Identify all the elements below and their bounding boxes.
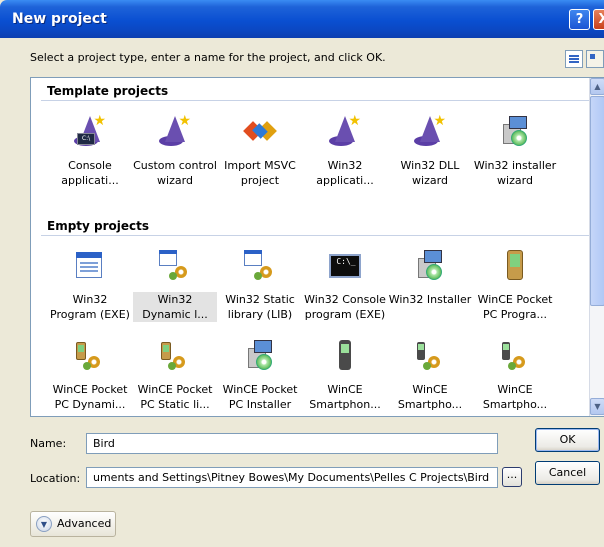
scroll-thumb[interactable]	[590, 96, 604, 306]
list-item-label: WinCE Smartphon...	[309, 383, 381, 411]
group-header-empty: Empty projects	[47, 219, 150, 233]
pda-dll-icon	[159, 340, 191, 372]
list-item-win32-installer-wizard[interactable]: Win32 installer wizard	[473, 116, 557, 188]
name-label: Name:	[30, 437, 67, 450]
list-item-wince-smartphone-program[interactable]: WinCE Smartphon...	[303, 340, 387, 412]
scroll-down-icon[interactable]: ▼	[590, 398, 604, 415]
project-type-list[interactable]: Template projects ★ C:\ Console applicati…	[30, 77, 604, 417]
name-input[interactable]: Bird	[86, 433, 498, 454]
list-item-import-msvc[interactable]: Import MSVC project	[218, 116, 302, 188]
list-item-win32-static-library[interactable]: Win32 Static library (LIB)	[218, 250, 302, 322]
list-item-console-application[interactable]: ★ C:\ Console applicati...	[48, 113, 132, 188]
dll-icon	[244, 250, 276, 282]
dialog-title: New project	[12, 11, 107, 27]
list-item-win32-program[interactable]: Win32 Program (EXE)	[48, 250, 132, 322]
installer-wizard-icon	[499, 116, 531, 148]
list-item-label: Win32 Installer	[388, 293, 472, 306]
list-item-label: WinCE Pocket PC Dynami...	[52, 383, 128, 411]
list-item-wince-pocket-pc-installer[interactable]: WinCE Pocket PC Installer	[218, 340, 302, 412]
list-item-label: Win32 DLL wizard	[400, 159, 460, 187]
list-item-label: WinCE Pocket PC Installer	[222, 383, 298, 411]
advanced-button[interactable]: ▼ Advanced	[30, 511, 116, 537]
list-item-label: Console applicati...	[61, 159, 119, 187]
smartphone-dll-icon	[414, 340, 446, 372]
advanced-label: Advanced	[57, 517, 112, 530]
instruction-text: Select a project type, enter a name for …	[30, 51, 386, 64]
location-input[interactable]: uments and Settings\Pitney Bowes\My Docu…	[86, 467, 498, 488]
wizard-icon: ★	[329, 113, 361, 148]
list-item-label: Custom control wizard	[133, 159, 217, 187]
vertical-scrollbar[interactable]: ▲ ▼	[589, 78, 604, 416]
ok-button[interactable]: OK	[535, 428, 600, 452]
wizard-icon: ★	[159, 113, 191, 148]
msvc-import-icon	[243, 116, 277, 148]
new-project-dialog: New project ? X Select a project type, e…	[0, 0, 604, 547]
installer-icon	[414, 250, 446, 282]
console-icon: C:\_	[329, 250, 361, 282]
list-item-label: WinCE Pocket PC Static li...	[137, 383, 213, 411]
list-item-label: Win32 applicati...	[316, 159, 374, 187]
list-view-icon[interactable]	[565, 50, 583, 68]
list-item-win32-dll-wizard[interactable]: ★ Win32 DLL wizard	[388, 113, 472, 188]
location-label: Location:	[30, 472, 81, 485]
smartphone-dll-icon	[499, 340, 531, 372]
group-divider	[41, 235, 589, 236]
scroll-up-icon[interactable]: ▲	[590, 78, 604, 95]
wizard-console-icon: ★ C:\	[74, 113, 106, 148]
browse-button[interactable]: ...	[502, 467, 522, 487]
list-item-label: Win32 Program (EXE)	[50, 293, 130, 321]
smartphone-icon	[329, 340, 361, 372]
list-item-label: Import MSVC project	[224, 159, 296, 187]
list-item-label: Win32 Console program (EXE)	[304, 293, 386, 321]
list-item-label: Win32 Dynamic l...	[133, 292, 217, 322]
pda-icon	[499, 250, 531, 282]
list-item-label: WinCE Smartpho...	[482, 383, 548, 411]
list-item-label: WinCE Pocket PC Progra...	[477, 293, 553, 321]
title-bar: New project ? X	[0, 0, 604, 38]
list-item-wince-smartphone-dynamic[interactable]: WinCE Smartpho...	[388, 340, 472, 412]
list-item-win32-installer[interactable]: Win32 Installer	[388, 250, 472, 307]
list-item-win32-console-program[interactable]: C:\_ Win32 Console program (EXE)	[303, 250, 387, 322]
expand-down-icon: ▼	[36, 516, 52, 532]
cancel-button[interactable]: Cancel	[535, 461, 600, 485]
group-header-template: Template projects	[47, 84, 169, 98]
list-item-win32-dynamic-library[interactable]: Win32 Dynamic l...	[133, 250, 217, 322]
list-item-wince-pocket-pc-static[interactable]: WinCE Pocket PC Static li...	[133, 340, 217, 412]
wizard-icon: ★	[414, 113, 446, 148]
large-icon-view-icon[interactable]	[586, 50, 604, 68]
list-item-label: Win32 installer wizard	[473, 159, 557, 187]
list-item-label: WinCE Smartpho...	[397, 383, 463, 411]
list-item-custom-control-wizard[interactable]: ★ Custom control wizard	[133, 113, 217, 188]
window-icon	[74, 250, 106, 282]
list-item-wince-pocket-pc-dynamic[interactable]: WinCE Pocket PC Dynami...	[48, 340, 132, 412]
help-button[interactable]: ?	[569, 9, 590, 30]
dll-icon	[159, 250, 191, 282]
pda-dll-icon	[74, 340, 106, 372]
list-item-wince-pocket-pc-program[interactable]: WinCE Pocket PC Progra...	[473, 250, 557, 322]
installer-icon	[244, 340, 276, 372]
close-button[interactable]: X	[593, 9, 604, 30]
list-item-wince-smartphone-static[interactable]: WinCE Smartpho...	[473, 340, 557, 412]
group-divider	[41, 100, 589, 101]
list-item-win32-application[interactable]: ★ Win32 applicati...	[303, 113, 387, 188]
list-item-label: Win32 Static library (LIB)	[225, 293, 295, 321]
